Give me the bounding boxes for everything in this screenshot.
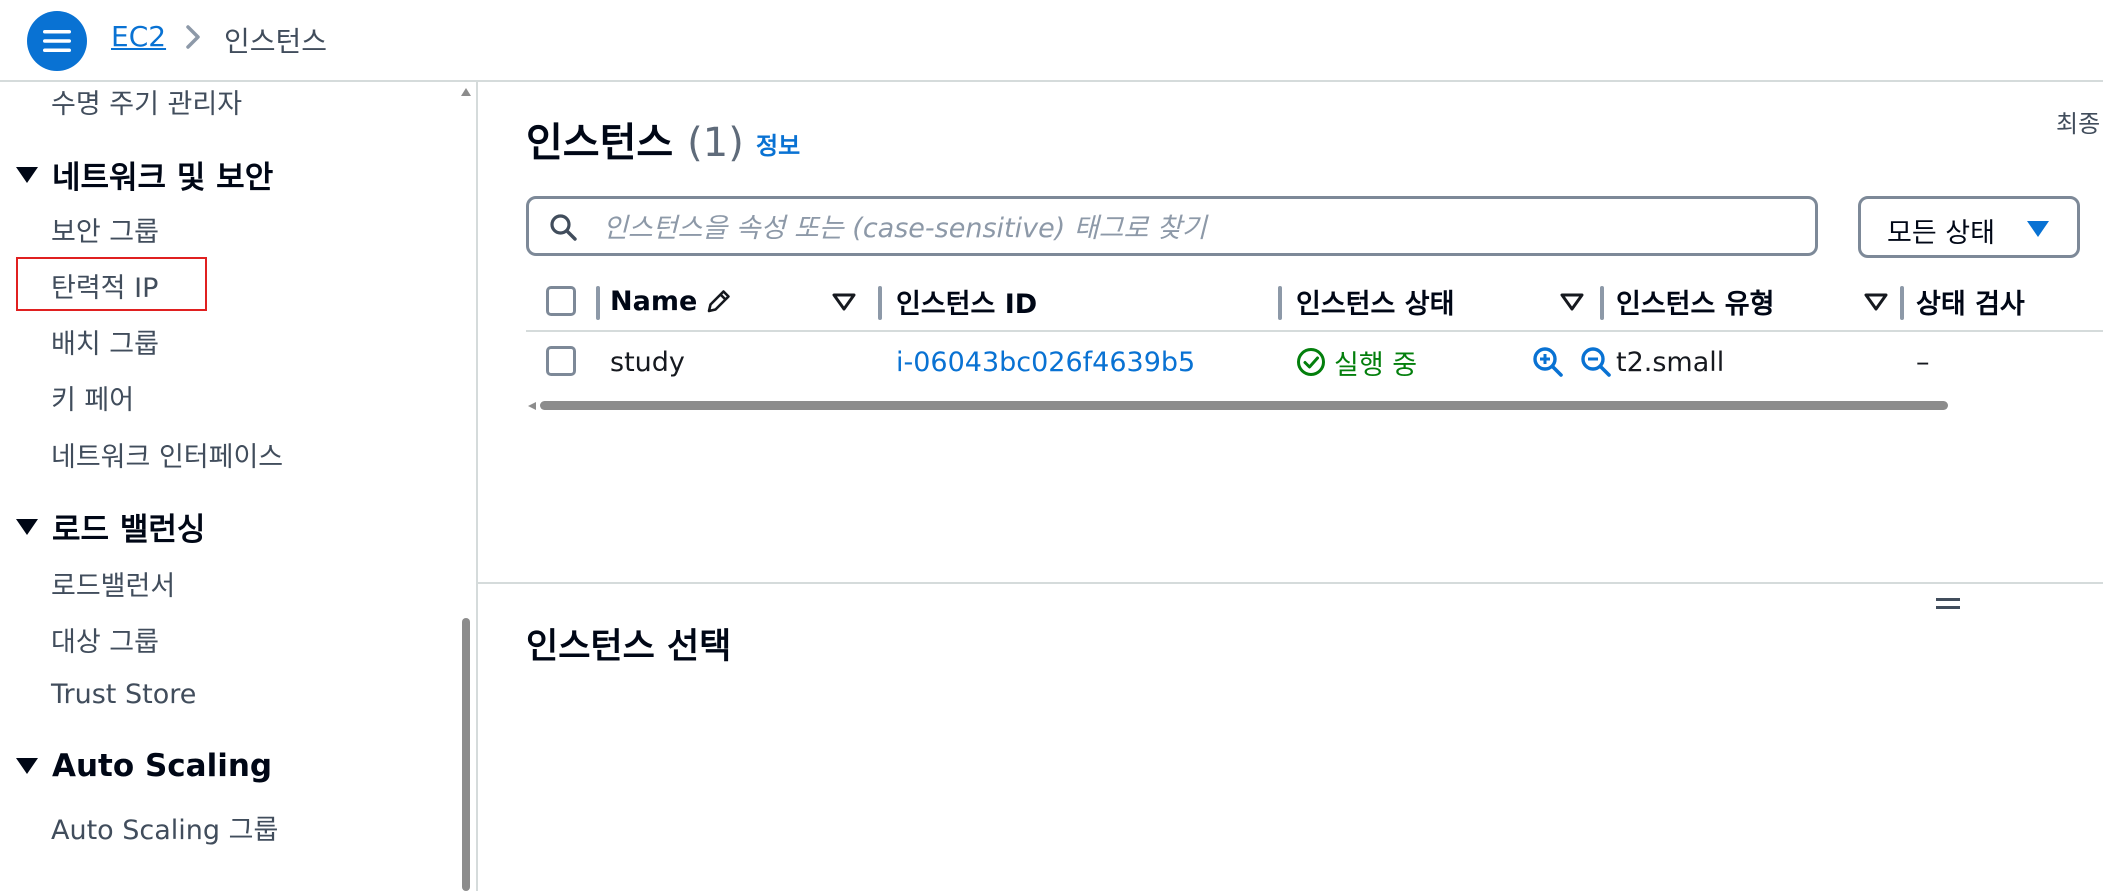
cell-status-check: – — [1916, 346, 1930, 378]
sidebar-section-label: 네트워크 및 보안 — [52, 160, 274, 196]
table-horizontal-scrollbar[interactable] — [540, 401, 1948, 410]
sidebar-item-security-groups[interactable]: 보안 그룹 — [51, 210, 159, 249]
top-navigation-bar: EC2 인스턴스 — [0, 0, 2103, 82]
column-header-instance-type[interactable]: 인스턴스 유형 — [1616, 272, 1774, 330]
chevron-right-icon — [186, 25, 200, 49]
scroll-up-arrow-icon[interactable] — [461, 88, 471, 96]
menu-icon — [43, 30, 71, 52]
page-title: 인스턴스 (1) — [526, 110, 744, 168]
column-header-label: Name — [610, 285, 698, 317]
pencil-edit-icon — [707, 290, 731, 313]
column-resizer[interactable] — [596, 286, 600, 320]
last-updated-text: 최종 — [2056, 110, 2101, 138]
highlight-box — [16, 257, 207, 311]
zoom-in-icon[interactable] — [1532, 346, 1564, 378]
navigation-sidebar: 수명 주기 관리자 네트워크 및 보안 보안 그룹 탄력적 IP 배치 그룹 키… — [0, 82, 478, 891]
sort-caret-icon[interactable] — [1560, 292, 1584, 312]
sidebar-item-load-balancers[interactable]: 로드밸런서 — [51, 564, 175, 603]
breadcrumb-current: 인스턴스 — [224, 25, 328, 58]
cell-instance-state: 실행 중 — [1296, 332, 1417, 392]
column-resizer[interactable] — [1278, 286, 1282, 320]
cell-name: study — [610, 346, 685, 378]
split-panel-divider — [478, 582, 2103, 584]
caret-down-icon — [16, 758, 38, 774]
instance-count: (1) — [687, 120, 744, 166]
table-header: Name 인스턴스 ID 인스턴스 상태 인스턴스 유형 상태 검사 — [526, 272, 2103, 332]
sidebar-scrollbar-thumb[interactable] — [462, 618, 470, 891]
select-all-checkbox[interactable] — [546, 286, 576, 316]
sort-caret-icon[interactable] — [1864, 292, 1888, 312]
column-resizer[interactable] — [1600, 286, 1604, 320]
info-link[interactable]: 정보 — [756, 126, 800, 161]
success-check-icon — [1297, 348, 1325, 376]
zoom-out-icon[interactable] — [1580, 346, 1612, 378]
sidebar-section-load-balancing[interactable]: 로드 밸런싱 — [16, 504, 205, 549]
sidebar-item-auto-scaling-groups[interactable]: Auto Scaling 그룹 — [51, 808, 278, 847]
column-header-label: 인스턴스 상태 — [1296, 288, 1455, 320]
sidebar-section-label: Auto Scaling — [52, 748, 273, 784]
column-header-label: 상태 검사 — [1916, 288, 2025, 320]
sidebar-item-key-pairs[interactable]: 키 페어 — [51, 378, 134, 417]
row-select-checkbox[interactable] — [546, 346, 576, 376]
column-header-name[interactable]: Name — [610, 272, 733, 330]
page-title-text: 인스턴스 — [526, 120, 674, 166]
column-header-label: 인스턴스 유형 — [1616, 288, 1775, 320]
instance-selection-title: 인스턴스 선택 — [526, 627, 732, 667]
caret-down-icon — [16, 166, 38, 183]
sidebar-item-network-interfaces[interactable]: 네트워크 인터페이스 — [51, 435, 283, 474]
instance-search-box[interactable] — [526, 196, 1818, 256]
sidebar-item-target-groups[interactable]: 대상 그룹 — [51, 620, 159, 659]
sidebar-section-network-security[interactable]: 네트워크 및 보안 — [16, 152, 273, 197]
sidebar-section-auto-scaling[interactable]: Auto Scaling — [16, 748, 272, 784]
breadcrumb-ec2-link[interactable]: EC2 — [111, 20, 166, 53]
instance-search-input[interactable] — [601, 205, 1805, 251]
state-filter-label: 모든 상태 — [1887, 218, 1995, 249]
instance-state-label: 실행 중 — [1334, 349, 1418, 381]
column-header-instance-id[interactable]: 인스턴스 ID — [896, 272, 1037, 330]
hamburger-menu-button[interactable] — [27, 11, 87, 71]
sidebar-section-label: 로드 밸런싱 — [52, 512, 206, 548]
sidebar-item-placement-groups[interactable]: 배치 그룹 — [51, 322, 159, 361]
table-row[interactable]: study i-06043bc026f4639b5 실행 중 t2.small … — [526, 332, 2103, 392]
search-icon — [550, 214, 577, 241]
column-header-label: 인스턴스 ID — [896, 288, 1038, 320]
column-resizer[interactable] — [1900, 286, 1904, 320]
instance-id-link[interactable]: i-06043bc026f4639b5 — [896, 332, 1195, 392]
caret-down-icon — [2027, 221, 2049, 237]
caret-down-icon — [16, 518, 38, 535]
instance-state-filter-dropdown[interactable]: 모든 상태 — [1858, 196, 2080, 258]
main-content: 인스턴스 (1) 정보 최종 모든 상태 Name — [478, 82, 2103, 891]
sidebar-item-trust-store[interactable]: Trust Store — [51, 679, 196, 710]
column-header-instance-state[interactable]: 인스턴스 상태 — [1296, 272, 1454, 330]
resize-handle-icon[interactable] — [1934, 594, 1962, 614]
column-resizer[interactable] — [878, 286, 882, 320]
sidebar-item-lifecycle-manager[interactable]: 수명 주기 관리자 — [51, 82, 242, 121]
scroll-left-arrow-icon[interactable] — [528, 402, 536, 410]
sort-caret-icon[interactable] — [832, 292, 856, 312]
cell-instance-type: t2.small — [1616, 346, 1725, 378]
column-header-status-check[interactable]: 상태 검사 — [1916, 272, 2025, 330]
